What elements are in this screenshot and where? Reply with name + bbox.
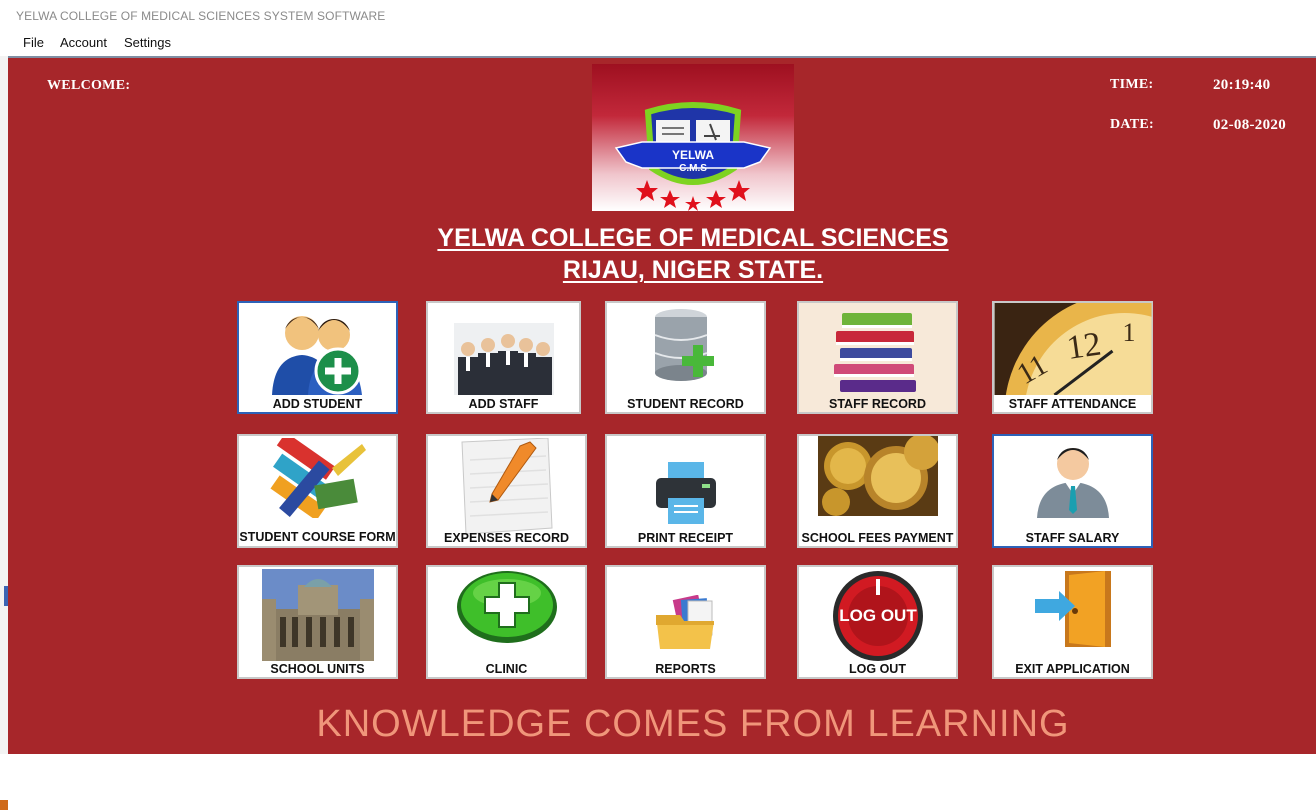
- student-course-form-button[interactable]: STUDENT COURSE FORM: [237, 434, 398, 548]
- logout-icon: LOG OUT: [832, 571, 923, 661]
- add-student-icon: [271, 316, 362, 395]
- add-student-button[interactable]: ADD STUDENT: [237, 301, 398, 414]
- menu-account[interactable]: Account: [60, 35, 107, 50]
- svg-text:C.M.S: C.M.S: [679, 163, 707, 174]
- log-out-button[interactable]: LOG OUT LOG OUT: [797, 565, 958, 679]
- add-staff-icon: [453, 323, 554, 395]
- tile-label: EXIT APPLICATION: [1015, 662, 1130, 676]
- staff-avatar-icon: [1036, 448, 1109, 518]
- title-bar: YELWA COLLEGE OF MEDICAL SCIENCES SYSTEM…: [0, 0, 1316, 32]
- menu-file[interactable]: File: [23, 35, 44, 50]
- left-edge: [0, 56, 8, 810]
- main-panel: WELCOME: TIME: 20:19:40 DATE: 02-08-2020…: [8, 58, 1316, 754]
- tile-label: CLINIC: [485, 662, 528, 676]
- svg-text:1: 1: [1122, 318, 1135, 347]
- svg-text:LOG OUT: LOG OUT: [839, 606, 917, 625]
- time-label: TIME:: [1110, 77, 1154, 92]
- date-label: DATE:: [1110, 117, 1155, 132]
- building-icon: [261, 569, 374, 661]
- time-value: 20:19:40: [1213, 77, 1271, 93]
- coins-icon: [817, 436, 938, 516]
- college-logo: YELWA C.M.S: [592, 64, 794, 211]
- tile-label: LOG OUT: [849, 662, 906, 676]
- window-title: YELWA COLLEGE OF MEDICAL SCIENCES SYSTEM…: [16, 9, 386, 23]
- database-add-icon: [654, 309, 714, 381]
- medical-cross-icon: [456, 571, 557, 643]
- notepad-pencil-icon: [460, 438, 553, 534]
- tile-label: REPORTS: [655, 662, 716, 676]
- menu-bar: File Account Settings: [0, 32, 1316, 56]
- tile-label: STAFF RECORD: [829, 397, 926, 411]
- student-record-button[interactable]: STUDENT RECORD: [605, 301, 766, 414]
- clinic-button[interactable]: CLINIC: [426, 565, 587, 679]
- tile-label: SCHOOL UNITS: [270, 662, 365, 676]
- motto-text: KNOWLEDGE COMES FROM LEARNING: [316, 703, 1070, 745]
- school-fees-payment-button[interactable]: SCHOOL FEES PAYMENT: [797, 434, 958, 548]
- tile-label: STUDENT COURSE FORM: [239, 530, 396, 544]
- staff-record-button[interactable]: STAFF RECORD: [797, 301, 958, 414]
- folder-icon: [655, 595, 714, 649]
- college-name: YELWA COLLEGE OF MEDICAL SCIENCES: [437, 224, 949, 252]
- tile-label: STUDENT RECORD: [627, 397, 744, 411]
- tile-label: EXPENSES RECORD: [443, 531, 570, 545]
- crest-icon: YELWA C.M.S: [614, 102, 772, 211]
- books-icon: [833, 313, 916, 392]
- college-location: RIJAU, NIGER STATE.: [562, 256, 824, 284]
- tile-label: PRINT RECEIPT: [637, 531, 734, 545]
- tile-label: STAFF ATTENDANCE: [1008, 397, 1137, 411]
- tile-label: ADD STAFF: [468, 397, 539, 411]
- clock-icon: 12 11 1: [994, 303, 1151, 395]
- add-staff-button[interactable]: ADD STAFF: [426, 301, 581, 414]
- tile-label: STAFF SALARY: [1025, 531, 1120, 545]
- school-units-button[interactable]: SCHOOL UNITS: [237, 565, 398, 679]
- course-form-icon: [269, 438, 366, 518]
- tile-label: SCHOOL FEES PAYMENT: [801, 531, 954, 545]
- exit-application-button[interactable]: EXIT APPLICATION: [992, 565, 1153, 679]
- expenses-record-button[interactable]: EXPENSES RECORD: [426, 434, 587, 548]
- tile-label: ADD STUDENT: [272, 397, 363, 411]
- menu-settings[interactable]: Settings: [124, 35, 171, 50]
- staff-attendance-button[interactable]: 12 11 1 STAFF ATTENDANCE: [992, 301, 1153, 414]
- exit-door-icon: [1034, 571, 1111, 647]
- welcome-label: WELCOME:: [47, 78, 131, 93]
- print-receipt-button[interactable]: PRINT RECEIPT: [605, 434, 766, 548]
- printer-icon: [655, 462, 716, 524]
- svg-text:YELWA: YELWA: [672, 148, 714, 162]
- staff-salary-button[interactable]: STAFF SALARY: [992, 434, 1153, 548]
- reports-button[interactable]: REPORTS: [605, 565, 766, 679]
- date-value: 02-08-2020: [1213, 117, 1286, 133]
